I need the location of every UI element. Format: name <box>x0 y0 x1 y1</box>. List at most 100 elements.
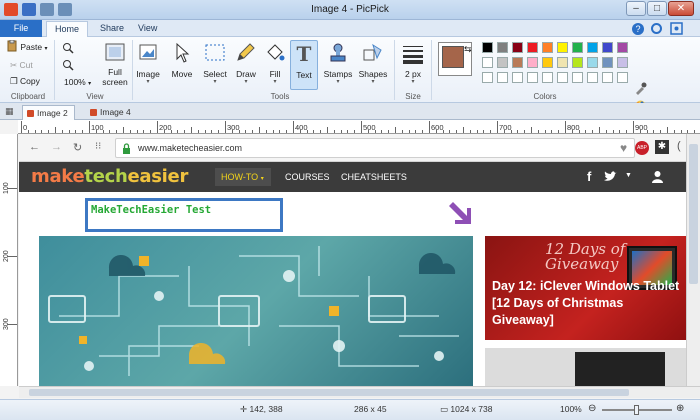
nav-how-to[interactable]: HOW-TO ▾ <box>221 172 264 182</box>
zoom-slider-thumb[interactable] <box>634 405 639 415</box>
grid-view-icon[interactable]: ▦ <box>5 106 14 117</box>
giveaway-promo-card[interactable]: 12 Days of Giveaway Day 12: iClever Wind… <box>485 236 686 340</box>
ruler-tick-mark <box>231 130 233 133</box>
zoom-out-button[interactable]: ⊖ <box>588 403 596 414</box>
palette-swatch[interactable] <box>512 42 523 53</box>
paste-button[interactable]: Paste ▾ <box>6 39 48 54</box>
twitter-icon[interactable] <box>603 171 617 183</box>
palette-swatch[interactable] <box>587 57 598 68</box>
eyedropper-icon[interactable] <box>634 82 647 95</box>
doc-tab-image-2[interactable]: Image 2 <box>22 105 75 120</box>
title-bar: Image 4 - PicPick – □ ✕ <box>0 0 700 20</box>
palette-swatch[interactable] <box>527 72 538 83</box>
doc-tab-image-4[interactable]: Image 4 <box>86 105 137 120</box>
palette-swatch[interactable] <box>497 42 508 53</box>
tab-home[interactable]: Home <box>46 21 89 38</box>
article-hero-image[interactable] <box>39 236 473 386</box>
stamps-button[interactable]: Stamps ▾ <box>321 40 355 90</box>
extension-icon[interactable]: ✱ <box>655 140 669 154</box>
cut-button[interactable]: ✂ Cut <box>10 58 33 72</box>
palette-swatch[interactable] <box>497 72 508 83</box>
horizontal-scroll-thumb[interactable] <box>29 389 629 396</box>
forward-icon[interactable]: → <box>51 141 62 153</box>
maximize-button[interactable]: □ <box>647 1 667 16</box>
tab-share[interactable]: Share <box>92 21 132 37</box>
draw-button[interactable]: Draw ▾ <box>232 40 260 90</box>
minimize-button[interactable]: – <box>626 1 646 16</box>
settings-icon[interactable] <box>670 22 683 35</box>
back-icon[interactable]: ← <box>29 141 40 153</box>
image-button[interactable]: Image ▾ <box>134 40 162 90</box>
full-screen-button[interactable]: Full screen <box>98 40 132 90</box>
palette-swatch[interactable] <box>587 42 598 53</box>
vertical-scroll-thumb[interactable] <box>689 144 698 284</box>
palette-swatch[interactable] <box>557 42 568 53</box>
text-button[interactable]: T Text <box>290 40 318 90</box>
zoom-out-icon[interactable] <box>62 59 74 71</box>
menu-icon[interactable]: ( <box>677 140 681 152</box>
user-account-icon[interactable] <box>651 170 664 183</box>
facebook-icon[interactable]: f <box>587 169 591 184</box>
fill-button[interactable]: Fill ▾ <box>262 40 288 90</box>
vertical-scrollbar[interactable] <box>686 134 700 386</box>
options-icon[interactable] <box>650 22 663 35</box>
palette-swatch[interactable] <box>512 57 523 68</box>
palette-swatch[interactable] <box>602 72 613 83</box>
site-logo[interactable]: maketecheasier <box>31 166 188 187</box>
palette-swatch[interactable] <box>617 42 628 53</box>
close-button[interactable]: ✕ <box>668 1 694 16</box>
zoom-slider[interactable] <box>602 405 672 415</box>
annotation-text-box[interactable]: MakeTechEasier Test <box>85 198 283 232</box>
palette-swatch[interactable] <box>482 42 493 53</box>
shapes-label: Shapes <box>358 69 388 79</box>
palette-swatch[interactable] <box>542 57 553 68</box>
move-button[interactable]: Move <box>168 40 196 90</box>
palette-swatch[interactable] <box>602 42 613 53</box>
zoom-dropdown[interactable]: 100% ▾ <box>64 75 91 89</box>
palette-swatch[interactable] <box>572 42 583 53</box>
palette-swatch[interactable] <box>542 42 553 53</box>
copy-button[interactable]: ❐ Copy <box>10 74 40 88</box>
url-bar[interactable]: www.maketecheasier.com ♥ <box>115 138 635 158</box>
palette-swatch[interactable] <box>572 72 583 83</box>
palette-swatch[interactable] <box>482 72 493 83</box>
palette-swatch[interactable] <box>527 57 538 68</box>
nav-courses[interactable]: COURSES <box>285 172 330 182</box>
tab-file[interactable]: File <box>0 20 42 37</box>
adblock-icon[interactable]: ABP <box>635 141 649 155</box>
palette-swatch[interactable] <box>497 57 508 68</box>
zoom-in-button[interactable]: ⊕ <box>676 403 684 414</box>
palette-swatch[interactable] <box>512 72 523 83</box>
promo-title[interactable]: Day 12: iClever Windows Tablet [12 Days … <box>492 278 682 329</box>
bookmark-heart-icon[interactable]: ♥ <box>620 141 627 155</box>
palette-swatch[interactable] <box>617 57 628 68</box>
image-canvas[interactable]: ← → ↻ ⁝⁝ www.maketecheasier.com ♥ ABP ✱ … <box>19 134 686 386</box>
ruler-tick-mark <box>191 127 192 133</box>
swap-colors-icon[interactable]: ⇆ <box>464 44 472 55</box>
palette-swatch[interactable] <box>572 57 583 68</box>
status-bar: ✛ 142, 388 286 x 45 ▭ 1024 x 738 100% ⊖ … <box>0 399 700 420</box>
palette-swatch[interactable] <box>602 57 613 68</box>
social-dropdown-icon[interactable]: ▼ <box>625 172 632 179</box>
palette-swatch[interactable] <box>527 42 538 53</box>
palette-swatch[interactable] <box>482 57 493 68</box>
ruler-tick-mark <box>517 130 519 133</box>
palette-swatch[interactable] <box>557 57 568 68</box>
nav-cheatsheets[interactable]: CHEATSHEETS <box>341 172 407 182</box>
reload-icon[interactable]: ↻ <box>73 141 82 154</box>
size-dropdown[interactable]: 2 px ▾ <box>398 40 428 90</box>
horizontal-scrollbar[interactable] <box>19 386 700 398</box>
apps-icon[interactable]: ⁝⁝ <box>95 141 101 152</box>
shapes-button[interactable]: Shapes ▾ <box>357 40 389 90</box>
palette-swatch[interactable] <box>557 72 568 83</box>
palette-swatch[interactable] <box>587 72 598 83</box>
primary-color-swatch[interactable] <box>442 46 464 68</box>
select-button[interactable]: Select ▾ <box>200 40 230 90</box>
palette-swatch[interactable] <box>617 72 628 83</box>
second-promo-card[interactable] <box>485 348 686 386</box>
ruler-tick-mark <box>469 130 471 133</box>
zoom-in-icon[interactable] <box>62 42 74 54</box>
tab-view[interactable]: View <box>130 21 165 37</box>
help-icon[interactable]: ? <box>632 23 644 35</box>
palette-swatch[interactable] <box>542 72 553 83</box>
